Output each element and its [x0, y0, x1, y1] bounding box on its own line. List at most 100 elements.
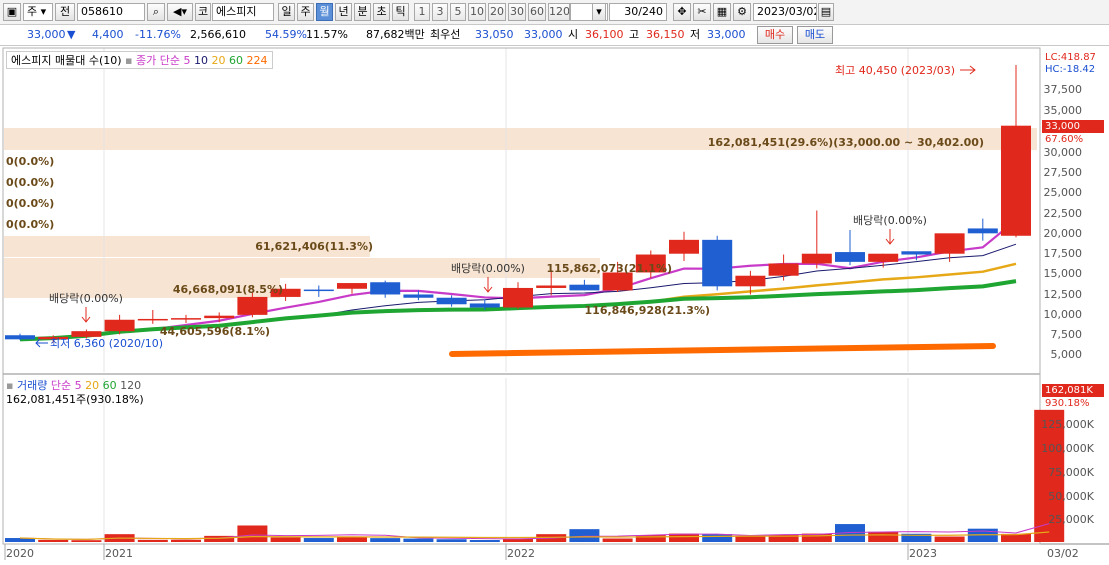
candlesticks — [5, 64, 1031, 343]
period-button-1[interactable]: 주 — [297, 3, 314, 21]
candle-body — [1001, 125, 1031, 236]
period-button-5[interactable]: 초 — [373, 3, 390, 21]
interval-button-3[interactable]: 10 — [468, 3, 486, 21]
dividend-label: 배당락(0.00%) — [853, 214, 927, 227]
interval-button-1[interactable]: 3 — [432, 3, 448, 21]
volume-pct-tag: 930.18% — [1045, 398, 1090, 409]
interval-button-4[interactable]: 20 — [488, 3, 506, 21]
candle-body — [370, 282, 401, 295]
hc-label: HC:-18.42 — [1045, 64, 1096, 75]
candle-body — [669, 239, 699, 254]
period-button-2[interactable]: 월 — [316, 3, 333, 21]
save-icon[interactable]: ▦ — [713, 3, 731, 21]
market-label[interactable]: 코 — [195, 3, 211, 21]
calendar-icon[interactable]: ▤ — [818, 3, 834, 21]
ma-period-20: 20 — [211, 54, 226, 67]
speaker-icon[interactable]: ◀▾ — [167, 3, 193, 21]
candle-body — [602, 272, 633, 291]
time-right-label: 03/02 — [1047, 547, 1079, 560]
volume-bar — [436, 539, 467, 542]
market-select[interactable]: 주 ▾ — [23, 3, 53, 21]
open-price: 36,100 — [585, 28, 624, 41]
gear-icon[interactable]: ⚙ — [733, 3, 751, 21]
candle-body — [137, 318, 168, 321]
volume-bar — [237, 525, 268, 542]
low-annotation: 최저 6,360 (2020/10) — [50, 337, 163, 350]
arrow-down-icon — [885, 229, 895, 245]
volume-tick: 100,000K — [1041, 442, 1094, 455]
period-button-3[interactable]: 년 — [335, 3, 352, 21]
candle-body — [469, 303, 500, 308]
arrow-down-icon — [483, 277, 493, 293]
candle-body — [403, 294, 434, 298]
scissors-icon[interactable]: ✂ — [693, 3, 711, 21]
window-menu-icon[interactable]: ▣ — [3, 3, 21, 21]
volume-profile-label: 162,081,451(29.6%)(33,000.00 ~ 30,402.00… — [708, 136, 984, 149]
volume-bar — [171, 539, 201, 542]
price-change-pct: -11.76% — [135, 28, 181, 41]
buy-button[interactable]: 매수 — [757, 26, 793, 44]
candle-body — [337, 283, 367, 289]
candle-body — [5, 335, 35, 340]
best-ask: 33,000 — [524, 28, 563, 41]
ma-label: 종가 단순 — [136, 54, 180, 67]
stock-name-field[interactable]: 에스피지 — [212, 3, 274, 21]
count-display[interactable]: 30/240 — [609, 3, 667, 21]
volume-profile-label: 115,862,073(21.1%) — [547, 262, 672, 275]
volume-current-text: 162,081,451주(930.18%) — [6, 393, 144, 406]
period-button-6[interactable]: 틱 — [392, 3, 409, 21]
interval-button-2[interactable]: 5 — [450, 3, 466, 21]
price-tick: 10,000 — [1044, 308, 1083, 321]
volume-bar — [602, 538, 633, 542]
volume-bars — [5, 409, 1065, 542]
ma-period-224: 224 — [246, 54, 268, 67]
volume-tick: 25,000K — [1048, 513, 1094, 526]
volume-tick: 50,000K — [1048, 490, 1094, 503]
date-input[interactable]: 2023/03/02 — [753, 3, 817, 21]
volume-tick: 75,000K — [1048, 466, 1094, 479]
price-legend[interactable]: 에스피지 매물대 수(10) ▪ 종가 단순 5 10 20 60 224 — [6, 51, 273, 69]
market-select-value: 주 — [27, 5, 38, 18]
volume-bar — [403, 538, 434, 542]
high-label: 고 — [629, 28, 640, 41]
down-arrow-icon: ▼ — [67, 28, 76, 41]
turnover-rate: 11.57% — [306, 28, 348, 41]
volume-bar — [71, 540, 102, 542]
volume-bar — [569, 529, 600, 542]
candle-body — [768, 263, 799, 276]
chart-canvas[interactable]: 162,081,451(29.6%)(33,000.00 ~ 30,402.00… — [0, 46, 1109, 565]
period-button-0[interactable]: 일 — [278, 3, 295, 21]
dividend-label: 배당락(0.00%) — [451, 262, 525, 275]
crosshair-icon[interactable]: ✥ — [673, 3, 691, 21]
open-label: 시 — [568, 28, 579, 41]
candle-body — [303, 289, 334, 292]
candle-body — [934, 233, 965, 254]
ma-line-224 — [449, 343, 996, 357]
period-button-4[interactable]: 분 — [354, 3, 371, 21]
chevron-down-icon[interactable]: ▾ — [592, 3, 606, 21]
search-icon[interactable]: ⌕ — [147, 3, 165, 21]
quote-bar: 33,000 ▼ 4,400 -11.76% 2,566,610 54.59% … — [0, 25, 1109, 46]
volume-bar — [735, 535, 766, 542]
volume-bar — [868, 531, 899, 542]
volume-tick: 125,000K — [1041, 418, 1094, 431]
candle-body — [204, 315, 235, 319]
candle-body — [104, 319, 135, 332]
interval-button-6[interactable]: 60 — [528, 3, 546, 21]
interval-button-7[interactable]: 120 — [548, 3, 570, 21]
price-tick: 27,500 — [1044, 166, 1083, 179]
market-prefix-button[interactable]: 전 — [55, 3, 75, 21]
stock-code-input[interactable]: 058610 — [77, 3, 145, 21]
best-bid-label: 최우선 — [430, 28, 461, 41]
interval-button-5[interactable]: 30 — [508, 3, 526, 21]
volume-bar — [702, 534, 733, 542]
candle-body — [967, 228, 998, 234]
current-price-tag: 33,000 — [1042, 120, 1104, 133]
sell-button[interactable]: 매도 — [797, 26, 833, 44]
volume-value: 2,566,610 — [190, 28, 246, 41]
price-tick: 37,500 — [1044, 83, 1083, 96]
interval-button-0[interactable]: 1 — [414, 3, 430, 21]
candle-body — [569, 284, 600, 291]
candle-body — [735, 275, 766, 287]
high-annotation: 최고 40,450 (2023/03) — [835, 64, 955, 77]
